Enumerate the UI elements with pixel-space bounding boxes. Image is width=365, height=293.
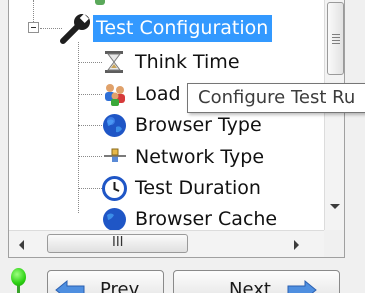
- clock-icon: [102, 176, 127, 205]
- scroll-left-arrow[interactable]: [19, 240, 24, 250]
- test-tree-view[interactable]: Test Configuration Think Time Load Brows…: [8, 0, 345, 258]
- tree-item-think-time[interactable]: Think Time: [135, 50, 240, 74]
- tree-line: [78, 156, 102, 157]
- tree-line: [33, 0, 34, 22]
- partial-item-icon: [95, 0, 105, 5]
- tree-item-load[interactable]: Load: [135, 82, 181, 106]
- prev-button-label: Prev: [100, 279, 140, 293]
- wrench-icon: [59, 12, 93, 48]
- tree-item-test-duration[interactable]: Test Duration: [135, 176, 261, 200]
- tree-item-network-type[interactable]: Network Type: [135, 145, 264, 169]
- tree-item-browser-cache[interactable]: Browser Cache: [135, 207, 277, 231]
- prev-button[interactable]: Prev: [47, 270, 164, 293]
- scroll-down-arrow[interactable]: [330, 204, 340, 209]
- horizontal-scroll-thumb[interactable]: III: [47, 234, 188, 253]
- tree-item-browser-type[interactable]: Browser Type: [135, 113, 262, 137]
- collapse-toggle[interactable]: [28, 22, 39, 33]
- tree-line: [78, 62, 102, 63]
- arrow-right-icon: [286, 279, 318, 293]
- scrollbar-corner: [324, 230, 344, 257]
- next-button[interactable]: Next: [173, 270, 340, 293]
- vertical-scroll-thumb[interactable]: [327, 2, 344, 75]
- arrow-left-icon: [54, 279, 86, 293]
- tree-root-test-configuration[interactable]: Test Configuration: [93, 15, 273, 42]
- scroll-thumb-grip: III: [112, 235, 124, 250]
- status-led-icon: [11, 268, 26, 286]
- tree-line: [78, 125, 102, 126]
- horizontal-scrollbar[interactable]: III: [9, 230, 324, 257]
- scroll-right-arrow[interactable]: [294, 240, 299, 250]
- tooltip: Configure Test Ru: [187, 83, 365, 113]
- vertical-scrollbar[interactable]: [324, 0, 344, 230]
- globe-icon: [102, 113, 127, 142]
- users-icon: [103, 82, 127, 110]
- next-button-label: Next: [229, 279, 271, 293]
- tree-line: [78, 188, 102, 189]
- tree-line: [78, 94, 102, 95]
- hourglass-icon: [103, 50, 125, 78]
- network-icon: [103, 146, 127, 170]
